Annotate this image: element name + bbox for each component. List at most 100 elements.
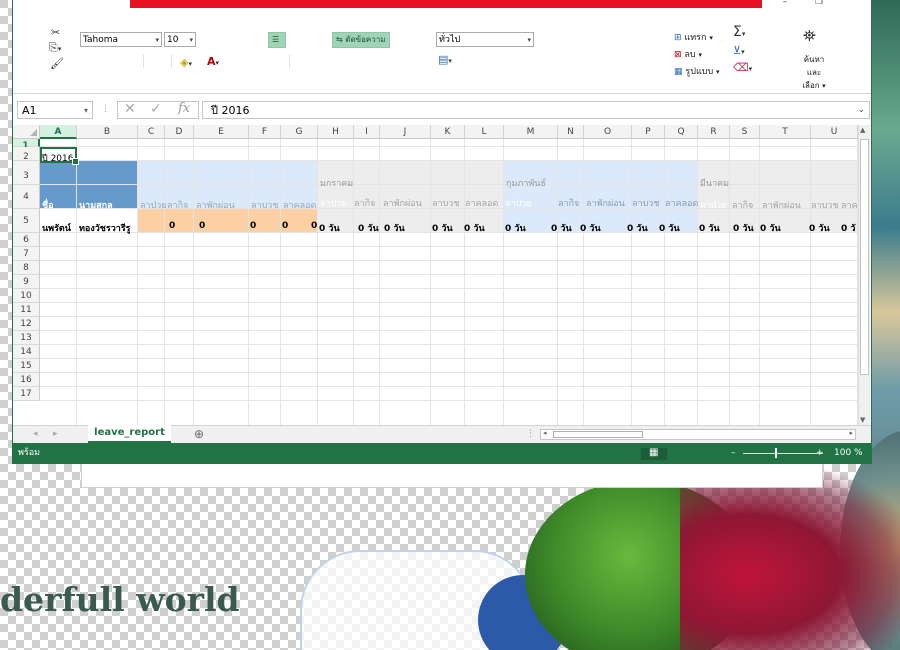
leave-type-label[interactable]: ลาคลอด — [283, 198, 316, 212]
cell-m2[interactable]: กุมภาพันธ์ — [506, 176, 546, 190]
month-value-cell[interactable]: 0 วัน — [580, 221, 601, 235]
column-header-n[interactable]: N — [558, 125, 584, 139]
horizontal-scrollbar[interactable]: ◂ ▸ — [540, 429, 856, 440]
formula-input[interactable]: ปี 2016 ⌄ — [202, 101, 870, 119]
month-value-cell[interactable]: 0 วัน — [760, 221, 781, 235]
row-header-8[interactable]: 8 — [13, 261, 40, 275]
month-value-cell[interactable]: 0 วัน — [699, 221, 720, 235]
row-header-10[interactable]: 10 — [13, 289, 40, 303]
leave-type-label[interactable]: ลาคลอด — [465, 196, 498, 210]
insert-function-icon[interactable]: fx — [178, 102, 190, 115]
row-header-16[interactable]: 16 — [13, 373, 40, 387]
leave-type-label[interactable]: ลาคลอด — [665, 196, 698, 210]
column-header-i[interactable]: I — [354, 125, 380, 139]
autosum-icon[interactable]: Σ▾ — [733, 25, 745, 40]
row-header-9[interactable]: 9 — [13, 275, 40, 289]
scroll-left-icon[interactable]: ◂ — [543, 429, 547, 437]
leave-type-label[interactable]: ลาพักผ่อน — [383, 196, 422, 210]
name-box[interactable]: A1 ▾ — [17, 101, 93, 119]
row-header-17[interactable]: 17 — [13, 387, 40, 401]
sheet-tab-leave-report[interactable]: leave_report — [88, 425, 171, 443]
add-sheet-icon[interactable]: ⊕ — [194, 428, 204, 440]
copy-icon[interactable]: ⎘▾ — [49, 42, 61, 55]
restore-icon[interactable]: ❐ — [813, 0, 825, 8]
enter-icon[interactable]: ✓ — [150, 102, 162, 116]
cut-icon[interactable]: ✂ — [51, 27, 60, 39]
month-value-cell[interactable]: 0 วัน — [551, 221, 572, 235]
fill-down-icon[interactable]: ⊻▾ — [733, 45, 745, 58]
cell-b3[interactable]: นามสกุล — [79, 198, 113, 212]
row-header-2[interactable]: 2 — [13, 147, 40, 162]
prev-sheet-icon[interactable]: ◂ — [33, 428, 38, 440]
zoom-slider-thumb[interactable] — [775, 448, 777, 458]
leave-type-label[interactable]: ลาป่วย — [505, 196, 532, 210]
month-value-cell[interactable]: 0 วัน — [627, 221, 648, 235]
leave-type-label[interactable]: ลากิจ — [354, 196, 375, 210]
column-header-m[interactable]: M — [504, 125, 558, 139]
leave-type-label[interactable]: ลาป่วย — [320, 196, 347, 210]
month-value-cell[interactable]: 0 วั — [841, 221, 855, 235]
column-header-s[interactable]: S — [730, 125, 760, 139]
row-header-11[interactable]: 11 — [13, 303, 40, 317]
month-value-cell[interactable]: 0 วัน — [733, 221, 754, 235]
column-header-c[interactable]: C — [138, 125, 165, 139]
format-painter-icon[interactable]: 🖌 — [50, 58, 64, 70]
leave-type-label[interactable]: ลาพักผ่อน — [586, 196, 625, 210]
column-header-f[interactable]: F — [249, 125, 281, 139]
row-header-3[interactable]: 3 — [13, 161, 40, 185]
leave-type-label[interactable]: ลาค — [841, 198, 858, 212]
font-color-icon[interactable]: A▾ — [207, 56, 219, 69]
column-header-l[interactable]: L — [465, 125, 504, 139]
horizontal-scroll-thumb[interactable] — [553, 431, 643, 438]
cell-r2[interactable]: มีนาคม — [700, 176, 729, 190]
clear-icon[interactable]: ⌫▾ — [733, 62, 752, 75]
month-value-cell[interactable]: 0 วัน — [358, 221, 379, 235]
insert-cells-button[interactable]: ⊞ แทรก ▾ — [674, 30, 713, 44]
find-select-button[interactable]: ค้นหาและ เลือก ▾ — [797, 53, 831, 92]
month-value-cell[interactable]: 0 วัน — [319, 221, 340, 235]
scroll-up-icon[interactable]: ▲ — [860, 126, 865, 134]
column-header-j[interactable]: J — [380, 125, 431, 139]
column-header-k[interactable]: K — [431, 125, 465, 139]
leave-type-label[interactable]: ลาบวช — [251, 198, 278, 212]
zoom-level[interactable]: 100 % — [834, 443, 863, 463]
cancel-icon[interactable]: ✕ — [124, 102, 136, 116]
scroll-down-icon[interactable]: ▼ — [860, 416, 865, 424]
leave-type-label[interactable]: ลาบวช — [432, 196, 459, 210]
total-value-cell[interactable]: 0 — [199, 221, 205, 231]
month-value-cell[interactable]: 0 วัน — [809, 221, 830, 235]
leave-type-label[interactable]: ลากิจ — [558, 196, 579, 210]
month-value-cell[interactable]: 0 วัน — [464, 221, 485, 235]
active-cell-a1[interactable] — [40, 147, 79, 165]
more-options-icon[interactable]: ⋮ — [101, 103, 110, 115]
leave-type-label[interactable]: ลาบวช — [632, 196, 659, 210]
row-header-14[interactable]: 14 — [13, 345, 40, 359]
cell-h2[interactable]: มกราคม — [320, 176, 353, 190]
format-cells-button[interactable]: ▦ รูปแบบ ▾ — [674, 64, 720, 78]
column-header-u[interactable]: U — [811, 125, 858, 139]
column-header-p[interactable]: P — [632, 125, 665, 139]
row-header-5[interactable]: 5 — [13, 209, 40, 233]
column-header-q[interactable]: Q — [665, 125, 698, 139]
column-header-t[interactable]: T — [760, 125, 811, 139]
conditional-format-icon[interactable]: ▤▾ — [438, 54, 452, 67]
cell-a4[interactable]: นพรัตน์ — [42, 221, 71, 235]
column-header-g[interactable]: G — [281, 125, 318, 139]
column-header-o[interactable]: O — [584, 125, 632, 139]
fill-color-icon[interactable]: ◈▾ — [180, 57, 192, 70]
find-binoculars-icon[interactable]: ⛯ — [803, 28, 816, 44]
row-header-1[interactable]: 1 — [13, 139, 40, 151]
cell-b4[interactable]: ทองวัชรวารีรู — [79, 221, 131, 235]
tab-splitter-icon[interactable]: ⋮ — [526, 428, 535, 440]
row-header-6[interactable]: 6 — [13, 233, 40, 247]
row-header-4[interactable]: 4 — [13, 185, 40, 209]
expand-formula-icon[interactable]: ⌄ — [857, 102, 865, 119]
month-value-cell[interactable]: 0 วัน — [432, 221, 453, 235]
minimize-icon[interactable]: – — [779, 0, 791, 8]
leave-type-label[interactable]: ลากิจ — [167, 198, 188, 212]
vertical-scroll-thumb[interactable] — [860, 139, 869, 375]
column-header-h[interactable]: H — [318, 125, 354, 139]
delete-cells-button[interactable]: ⊠ ลบ ▾ — [674, 47, 702, 61]
zoom-slider[interactable] — [743, 453, 823, 454]
leave-type-label[interactable]: ลาพักผ่อน — [196, 198, 235, 212]
